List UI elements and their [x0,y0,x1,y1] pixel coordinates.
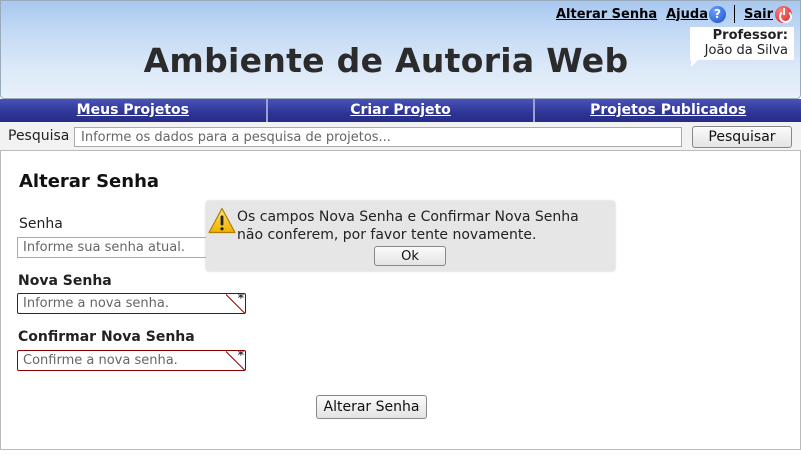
new-password-field[interactable] [17,293,246,314]
help-icon[interactable]: ? [708,5,726,23]
confirm-password-field[interactable] [17,350,246,371]
page-title: Alterar Senha [19,171,160,192]
search-input[interactable] [74,127,682,147]
new-password-label: Nova Senha [18,273,112,289]
nav-item-create-project[interactable]: Criar Projeto [267,99,536,122]
alert-dialog: Os campos Nova Senha e Confirmar Nova Se… [206,201,615,271]
warning-icon [208,207,236,234]
change-password-link[interactable]: Alterar Senha [556,7,657,22]
search-label: Pesquisa [8,128,70,144]
search-button[interactable]: Pesquisar [692,126,792,148]
help-link[interactable]: Ajuda [666,7,708,22]
app-header: Alterar Senha Ajuda ? Sair Professor: Jo… [0,0,801,99]
nav-item-my-projects[interactable]: Meus Projetos [0,99,268,122]
ok-button[interactable]: Ok [374,246,446,266]
nav-item-published-projects[interactable]: Projetos Publicados [535,99,801,122]
confirm-password-label: Confirmar Nova Senha [18,329,195,345]
search-bar: Pesquisa Pesquisar [0,122,801,151]
logout-link[interactable]: Sair [744,7,773,22]
change-password-panel: Alterar Senha Senha Nova Senha Confirmar… [0,151,801,450]
top-links: Alterar Senha Ajuda ? Sair [556,5,792,23]
change-password-button[interactable]: Alterar Senha [316,395,427,419]
current-password-label: Senha [19,216,63,232]
power-icon[interactable] [775,5,792,23]
alert-message: Os campos Nova Senha e Confirmar Nova Se… [237,209,579,243]
app-title: Ambiente de Autoria Web [143,41,629,80]
link-divider [733,5,735,23]
main-nav: Meus Projetos Criar Projeto Projetos Pub… [0,99,801,122]
